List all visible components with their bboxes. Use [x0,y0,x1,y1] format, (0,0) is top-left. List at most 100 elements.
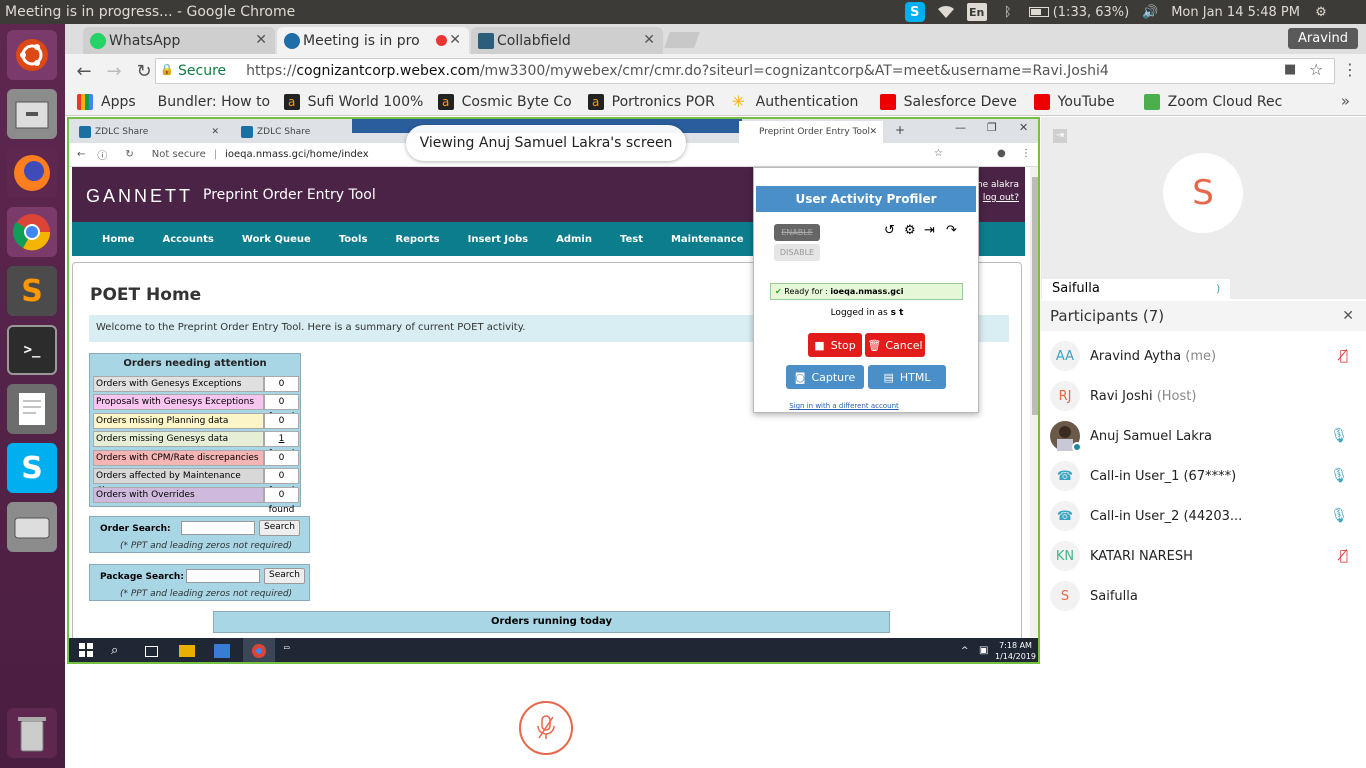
inner-star-icon[interactable]: ☆ [934,148,943,159]
nav-test[interactable]: Test [606,234,657,245]
inner-url[interactable]: ioeqa.nmass.gci/home/index [225,149,369,160]
bookmark-apps[interactable]: Apps [77,93,136,110]
tab-webex-meeting[interactable]: Meeting is in pro ✕ [277,27,469,54]
close-tab-icon[interactable]: ✕ [869,127,877,137]
bookmark-zoom[interactable]: Zoom Cloud Rec [1143,93,1284,110]
order-row-overrides[interactable]: Orders with Overrides 0 found [93,487,299,515]
bookmark-portronics[interactable]: a Portronics POR [587,93,718,110]
inner-reload-icon[interactable]: ↻ [125,149,133,160]
windows-start-icon[interactable] [79,643,95,659]
tab-collabfield[interactable]: Collabfield ✕ [471,27,663,54]
inner-scrollbar[interactable] [1030,167,1038,637]
nav-home[interactable]: Home [72,234,148,245]
participant-row[interactable]: ☎ Call-in User_2 (44203... 🎙 [1040,496,1366,536]
order-row-missing-planning[interactable]: Orders missing Planning data0 found [93,413,299,441]
task-view-icon[interactable] [145,646,158,657]
order-row-genesys-exceptions[interactable]: Orders with Genesys Exceptions0 found [93,376,299,404]
participant-row[interactable]: ☎ Call-in User_1 (67****) 🎙 [1040,456,1366,496]
restore-icon[interactable]: ❐ [987,121,997,134]
nav-work-queue[interactable]: Work Queue [228,234,325,245]
package-search-input[interactable] [186,569,260,583]
skype-indicator-icon[interactable]: S [904,2,925,22]
capture-button[interactable]: ◙ Capture [786,365,864,389]
bookmark-cosmic-byte[interactable]: a Cosmic Byte Co [437,93,574,110]
more-bookmarks-icon[interactable]: » [1341,92,1350,110]
text-editor-icon[interactable] [7,384,57,434]
bookmark-authentication[interactable]: ✳ Authentication [732,94,866,110]
inner-info-icon[interactable]: ⓘ [97,147,107,162]
mic-on-icon[interactable]: 🎙 [1330,428,1348,444]
collapse-panel-icon[interactable]: ⇥ [1053,129,1067,143]
close-tab-icon[interactable]: ✕ [211,127,219,137]
keyboard-layout-indicator[interactable]: En [966,3,987,21]
participant-row[interactable]: S Saifulla [1040,576,1366,616]
ubuntu-dash-icon[interactable] [7,30,57,80]
logout-link[interactable]: log out? [974,192,1019,205]
order-row-count-link[interactable]: 1 found [264,431,299,459]
close-window-icon[interactable]: ✕ [1019,121,1028,134]
bookmark-star-icon[interactable]: ☆ [1309,60,1323,79]
trash-icon[interactable] [7,708,57,758]
cmd-icon[interactable]: ▭ [284,643,300,659]
address-bar[interactable]: Secure https://cognizantcorp.webex.com/m… [155,58,1335,84]
cancel-button[interactable]: 🗑 Cancel [865,333,925,357]
signin-different-account-link[interactable]: Sign in with a different account [754,402,934,410]
wifi-icon[interactable] [937,3,955,21]
firefox-icon[interactable] [7,148,57,198]
close-tab-icon[interactable]: ✕ [449,32,461,48]
bookmark-sufi-world[interactable]: a Sufi World 100% [283,93,424,110]
order-search-input[interactable] [181,521,255,535]
settings-gear-icon[interactable]: ⚙ [1312,3,1330,21]
order-row-cpm-discrepancies[interactable]: Orders with CPM/Rate discrepancies0 foun… [93,450,299,478]
server-manager-icon[interactable] [214,644,230,658]
disable-button[interactable]: DISABLE [774,244,820,261]
skype-icon[interactable]: S [7,443,57,493]
mic-muted-icon[interactable]: 🎙̸ [1340,548,1348,564]
mute-button[interactable] [519,701,573,755]
nav-insert-jobs[interactable]: Insert Jobs [454,234,542,245]
order-row-maintenance-change[interactable]: Orders affected by Maintenance Change0 f… [93,468,299,496]
participant-row[interactable]: Anuj Samuel Lakra 🎙 [1040,416,1366,456]
settings-icon[interactable]: ⚙ [904,223,916,238]
files-icon[interactable] [7,89,57,139]
order-search-button[interactable]: Search [259,520,300,536]
bookmark-youtube[interactable]: YouTube [1033,93,1130,110]
close-participants-icon[interactable]: ✕ [1342,301,1354,331]
nav-tools[interactable]: Tools [325,234,382,245]
camera-icon[interactable]: ■ [1284,62,1296,77]
menu-icon[interactable]: ⋮ [1342,60,1358,79]
logout-icon[interactable]: ⇥ [924,223,935,238]
history-icon[interactable]: ↺ [884,223,895,238]
back-icon[interactable]: ← [69,61,99,82]
taskbar-clock[interactable]: 7:18 AM 1/14/2019 [995,640,1036,662]
inner-profile-icon[interactable]: ● [997,148,1006,159]
enable-button[interactable]: ENABLE [774,224,820,241]
html-button[interactable]: ▤ HTML [868,365,946,389]
inner-tab-poet[interactable]: Preprint Order Entry Tool ✕ [739,121,883,143]
bookmark-salesforce[interactable]: Salesforce Deve [879,93,1020,110]
sublime-text-icon[interactable]: S [7,266,57,316]
new-tab-icon[interactable]: + [895,123,905,137]
nav-maintenance[interactable]: Maintenance [657,234,758,245]
scrollbar-thumb[interactable] [1032,177,1038,415]
package-search-button[interactable]: Search [264,568,305,584]
redo-icon[interactable]: ↷ [946,223,957,238]
inner-back-icon[interactable]: ← [77,149,85,160]
nav-reports[interactable]: Reports [381,234,453,245]
terminal-icon[interactable]: >_ [7,325,57,375]
mic-on-icon[interactable]: 🎙 [1330,468,1348,484]
order-row-proposals-exceptions[interactable]: Proposals with Genesys Exceptions0 found [93,394,299,422]
close-tab-icon[interactable]: ✕ [643,32,655,48]
new-tab-button[interactable] [664,32,700,48]
network-icon[interactable]: ▣ [979,645,988,656]
inner-menu-icon[interactable]: ⋮ [1021,148,1031,159]
participant-row[interactable]: KN KATARI NARESH 🎙̸ [1040,536,1366,576]
mic-on-icon[interactable]: 🎙 [1330,508,1348,524]
file-explorer-icon[interactable] [179,645,195,657]
order-row-missing-genesys[interactable]: Orders missing Genesys data1 found [93,431,299,459]
participant-row[interactable]: AA Aravind Aytha (me) 🎙̸ [1040,336,1366,376]
inner-tab-zdlc-1[interactable]: ZDLC Share ✕ [75,121,225,143]
tab-whatsapp[interactable]: WhatsApp ✕ [83,27,275,54]
bookmark-bundler[interactable]: Bundler: How to [150,94,270,110]
profile-button[interactable]: Aravind [1287,28,1358,49]
